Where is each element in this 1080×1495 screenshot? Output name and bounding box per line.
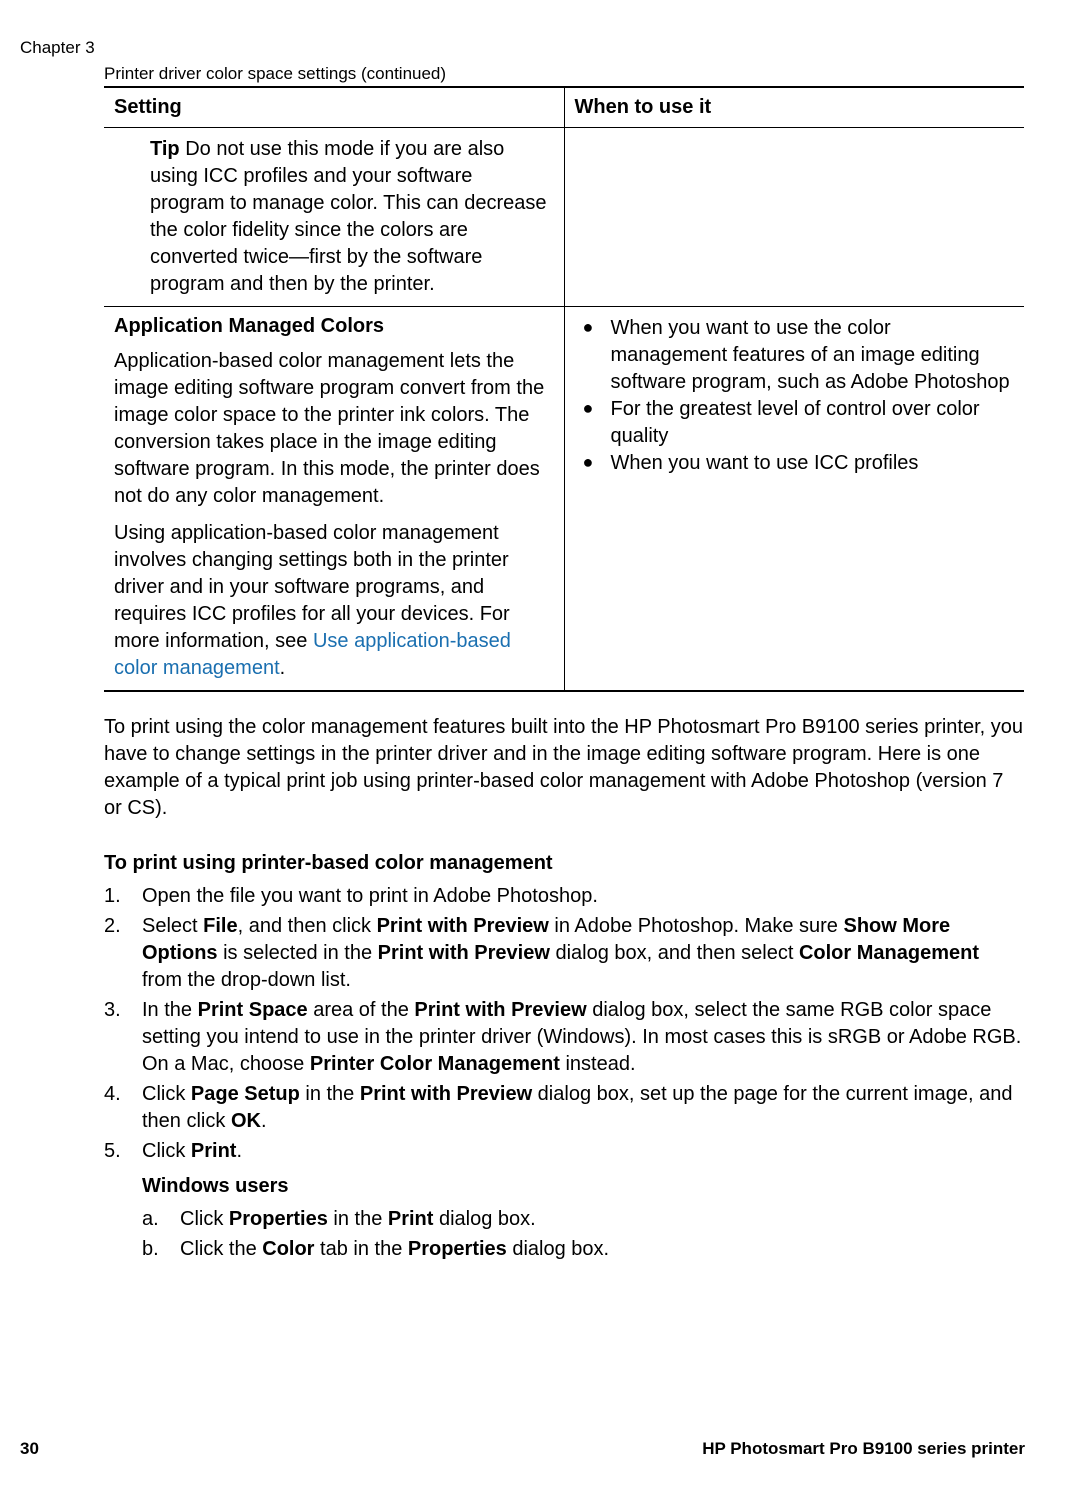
s3-ps: Print Space <box>198 999 308 1021</box>
s5-print: Print <box>191 1140 237 1162</box>
s2b: , and then click <box>238 915 377 937</box>
footer: 30 HP Photosmart Pro B9100 series printe… <box>20 1439 1025 1459</box>
row1-when-cell <box>564 128 1024 307</box>
step-1: Open the file you want to print in Adobe… <box>104 883 1024 910</box>
body-text: To print using the color management feat… <box>104 714 1024 1263</box>
s5b: . <box>236 1140 242 1162</box>
wb1: Click the <box>180 1238 262 1260</box>
s3-pcm: Printer Color Management <box>310 1053 560 1075</box>
app-managed-para1: Application-based color management lets … <box>114 348 552 510</box>
s2d: is selected in the <box>218 942 378 964</box>
bullet-1: When you want to use the color managemen… <box>575 315 1013 396</box>
s3d: instead. <box>560 1053 636 1075</box>
wb-color: Color <box>262 1238 314 1260</box>
s4-psu: Page Setup <box>191 1083 300 1105</box>
wa3: dialog box. <box>433 1208 535 1230</box>
s4-ok: OK <box>231 1110 261 1132</box>
wa-print: Print <box>388 1208 434 1230</box>
s2-pwp2: Print with Preview <box>378 942 550 964</box>
step-5: Click Print. <box>104 1138 1024 1165</box>
s2a: Select <box>142 915 203 937</box>
wb2: tab in the <box>314 1238 407 1260</box>
chapter-label: Chapter 3 <box>20 38 1025 58</box>
tip-label: Tip <box>150 138 180 160</box>
step-4: Click Page Setup in the Print with Previ… <box>104 1081 1024 1135</box>
s4a: Click <box>142 1083 191 1105</box>
settings-table: Setting When to use it Tip Do not use th… <box>104 86 1024 692</box>
tip-block: Tip Do not use this mode if you are also… <box>114 136 552 298</box>
s3-pwp: Print with Preview <box>414 999 586 1021</box>
step-2: Select File, and then click Print with P… <box>104 913 1024 994</box>
bullet-3: When you want to use ICC profiles <box>575 450 1013 477</box>
main-para: To print using the color management feat… <box>104 714 1024 822</box>
page-number: 30 <box>20 1439 39 1459</box>
win-step-b: Click the Color tab in the Properties di… <box>142 1236 1024 1263</box>
wb-prop: Properties <box>408 1238 507 1260</box>
wb3: dialog box. <box>507 1238 609 1260</box>
s2c: in Adobe Photoshop. Make sure <box>549 915 844 937</box>
header-setting: Setting <box>104 87 564 128</box>
s2e: dialog box, and then select <box>550 942 799 964</box>
s5a: Click <box>142 1140 191 1162</box>
windows-steps: Click Properties in the Print dialog box… <box>104 1206 1024 1263</box>
wa1: Click <box>180 1208 229 1230</box>
bullet-2: For the greatest level of control over c… <box>575 396 1013 450</box>
s3a: In the <box>142 999 198 1021</box>
wa2: in the <box>328 1208 388 1230</box>
product-name: HP Photosmart Pro B9100 series printer <box>702 1439 1025 1459</box>
wa-prop: Properties <box>229 1208 328 1230</box>
s3b: area of the <box>308 999 415 1021</box>
table-caption: Printer driver color space settings (con… <box>104 64 1025 84</box>
step-3: In the Print Space area of the Print wit… <box>104 997 1024 1078</box>
row2-setting-cell: Application Managed Colors Application-b… <box>104 307 564 692</box>
para2b: . <box>280 657 286 679</box>
s4d: . <box>261 1110 267 1132</box>
row1-setting-cell: Tip Do not use this mode if you are also… <box>104 128 564 307</box>
when-bullets: When you want to use the color managemen… <box>575 315 1013 477</box>
header-when: When to use it <box>564 87 1024 128</box>
app-managed-para2: Using application-based color management… <box>114 520 552 682</box>
tip-text: Do not use this mode if you are also usi… <box>150 138 547 295</box>
subheading: To print using printer-based color manag… <box>104 850 1024 877</box>
app-managed-heading: Application Managed Colors <box>114 315 552 338</box>
s2-file: File <box>203 915 237 937</box>
s2-pwp: Print with Preview <box>377 915 549 937</box>
row2-when-cell: When you want to use the color managemen… <box>564 307 1024 692</box>
s2f: from the drop-down list. <box>142 969 351 991</box>
s4-pwp: Print with Preview <box>360 1083 532 1105</box>
windows-users-heading: Windows users <box>104 1173 1024 1200</box>
steps-list: Open the file you want to print in Adobe… <box>104 883 1024 1165</box>
s4b: in the <box>300 1083 360 1105</box>
s2-cm: Color Management <box>799 942 979 964</box>
win-step-a: Click Properties in the Print dialog box… <box>142 1206 1024 1233</box>
